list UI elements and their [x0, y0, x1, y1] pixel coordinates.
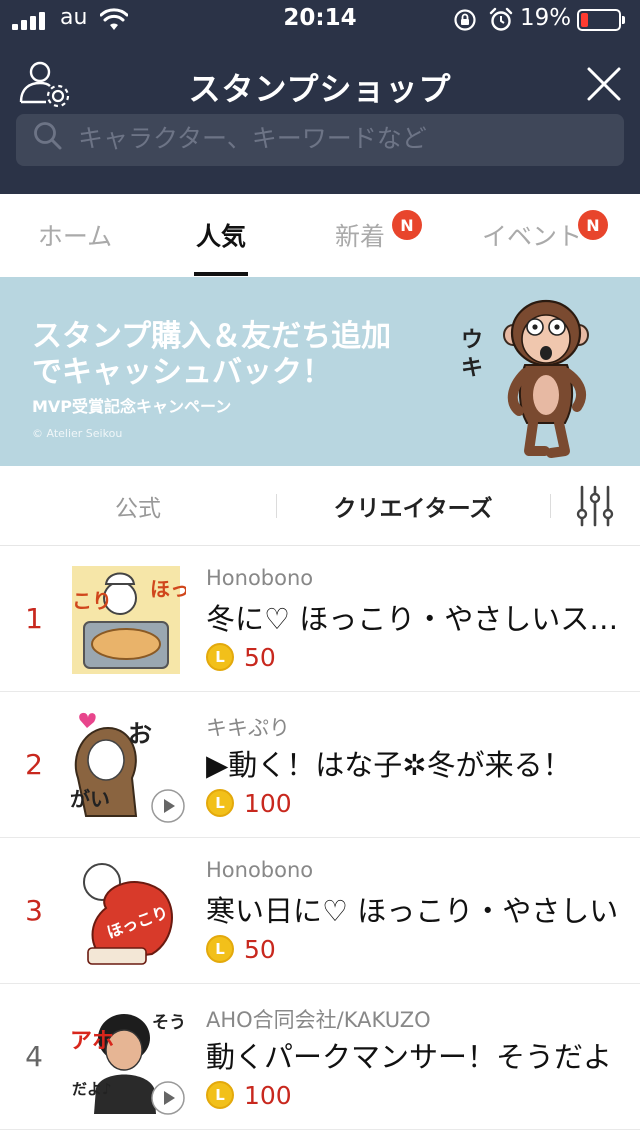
top-bar: au 20:14 19% スタンプショップ	[0, 0, 640, 194]
thumb-text: お	[128, 720, 152, 748]
list-item[interactable]: 2 お がい キキぷり ▶動く！はな子✲冬が来る！ L 100	[0, 692, 640, 838]
price-value: 100	[244, 788, 292, 818]
sticker-author: キキぷり	[206, 716, 290, 740]
segment-official[interactable]: 公式	[0, 466, 276, 546]
sticker-title: 冬に♡ ほっこり・やさしいスタンプ	[206, 602, 626, 636]
list-item[interactable]: 3 ほっこり Honobono 寒い日に♡ ほっこり・やさしい L 50	[0, 838, 640, 984]
rank-number: 1	[25, 602, 43, 635]
battery-icon	[577, 9, 625, 31]
sticker-title: 寒い日に♡ ほっこり・やさしい	[206, 894, 619, 928]
category-segment: 公式 クリエイターズ	[0, 466, 640, 546]
battery-percent: 19%	[520, 5, 572, 31]
list-item[interactable]: 1 ほっ こり Honobono 冬に♡ ほっこり・やさしいスタンプ L 50	[0, 546, 640, 692]
sticker-thumbnail: ほっこり	[83, 863, 173, 965]
segment-creators[interactable]: クリエイターズ	[276, 466, 550, 546]
rotation-lock-icon	[454, 9, 476, 31]
play-icon	[151, 1081, 185, 1115]
line-coin-icon: L	[206, 643, 234, 671]
rank-number: 3	[25, 894, 43, 927]
rank-number: 2	[25, 748, 43, 781]
status-bar: au 20:14 19%	[0, 0, 640, 40]
price: L 50	[206, 934, 276, 964]
price: L 100	[206, 1080, 292, 1110]
battery-level	[581, 13, 588, 27]
price: L 50	[206, 642, 276, 672]
thumb-text: そうだ	[152, 1013, 186, 1033]
line-coin-icon: L	[206, 1081, 234, 1109]
sticker-thumbnail: ほっ こり	[72, 566, 186, 674]
filter-sliders-icon[interactable]	[576, 485, 614, 527]
thumb-text: ほっ	[150, 577, 186, 601]
tab-events[interactable]: イベント	[428, 194, 636, 276]
close-icon[interactable]	[586, 66, 622, 102]
alarm-icon	[489, 7, 513, 31]
search-bar[interactable]	[16, 114, 624, 166]
sticker-title: 動くパークマンサー！そうだよ	[206, 1040, 613, 1074]
banner-subtitle: MVP受賞記念キャンペーン	[32, 397, 232, 416]
list-item[interactable]: 4 アホ だよ♪ そうだ AHO合同会社/KAKUZO 動くパークマンサー！そう…	[0, 984, 640, 1130]
price-value: 50	[244, 934, 276, 964]
thumb-text: こり	[72, 589, 112, 613]
tab-popular[interactable]: 人気	[150, 194, 292, 276]
sticker-author: Honobono	[206, 858, 314, 882]
price: L 100	[206, 788, 292, 818]
price-value: 50	[244, 642, 276, 672]
thumb-text: アホ	[70, 1029, 114, 1054]
event-badge: N	[578, 210, 608, 240]
banner-headline-2: でキャッシュバック！	[32, 355, 332, 390]
line-coin-icon: L	[206, 789, 234, 817]
thumb-text: だよ♪	[72, 1080, 112, 1098]
play-icon	[151, 789, 185, 823]
monkey-speech-1: ウ	[461, 328, 483, 353]
search-icon	[34, 122, 62, 150]
new-badge: N	[392, 210, 422, 240]
sticker-author: Honobono	[206, 566, 314, 590]
sticker-title: ▶動く！はな子✲冬が来る！	[206, 748, 572, 782]
sticker-author: AHO合同会社/KAKUZO	[206, 1008, 431, 1032]
price-value: 100	[244, 1080, 292, 1110]
search-input[interactable]	[78, 116, 598, 160]
tab-home[interactable]: ホーム	[0, 194, 150, 276]
rank-number: 4	[25, 1040, 43, 1073]
monkey-speech-2: キ	[461, 356, 483, 381]
segment-divider	[550, 494, 551, 518]
monkey-character-illustration: ウ キ	[461, 299, 589, 458]
banner-copyright: © Atelier Seikou	[32, 427, 123, 440]
line-coin-icon: L	[206, 935, 234, 963]
thumb-text: がい	[70, 787, 110, 811]
active-tab-indicator	[194, 272, 248, 276]
page-title: スタンプショップ	[188, 70, 452, 108]
campaign-banner[interactable]: スタンプ購入＆友だち追加 でキャッシュバック！ MVP受賞記念キャンペーン © …	[0, 277, 640, 466]
tab-bar: ホーム 人気 新着 N イベント N	[0, 194, 640, 276]
